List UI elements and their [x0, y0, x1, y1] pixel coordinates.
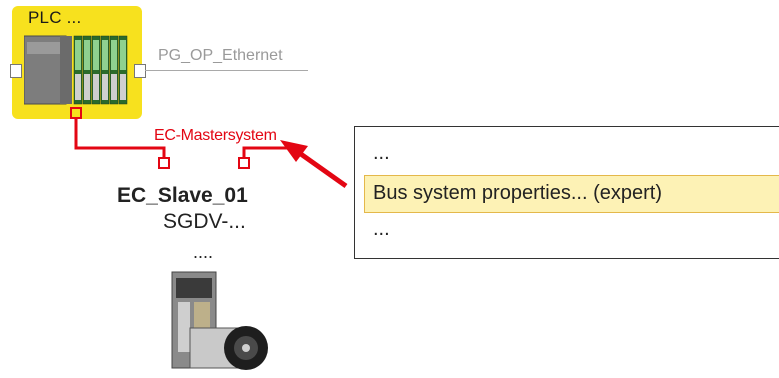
bus-system-properties-item[interactable]: Bus system properties... (expert) — [373, 182, 662, 205]
context-menu-item[interactable]: ... — [373, 142, 390, 165]
slave-type: SGDV-... — [163, 210, 246, 233]
slave-name[interactable]: EC_Slave_01 — [117, 184, 248, 208]
context-menu: ... Bus system properties... (expert) ..… — [354, 126, 779, 259]
servo-drive-icon[interactable] — [164, 268, 274, 376]
slave-more: .... — [193, 242, 214, 262]
context-menu-item[interactable]: ... — [373, 218, 390, 241]
ec-mastersystem-label[interactable]: EC-Mastersystem — [154, 127, 277, 145]
pointer-arrow-icon — [280, 140, 348, 189]
